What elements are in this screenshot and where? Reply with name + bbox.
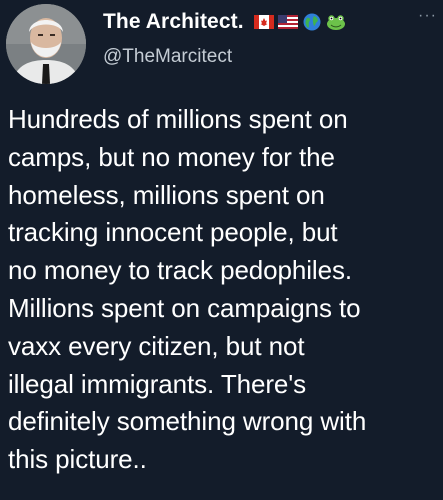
usa-flag-icon: [277, 15, 298, 29]
tweet-text: Hundreds of millions spent on camps, but…: [8, 101, 438, 479]
avatar[interactable]: [6, 4, 86, 84]
name-badges: [253, 13, 346, 31]
tweet-line: illegal immigrants. There's: [8, 368, 307, 399]
frog-icon: [326, 15, 345, 30]
tweet-line: this picture..: [8, 444, 147, 475]
tweet-line: definitely something wrong with: [8, 406, 367, 437]
tweet-line: camps, but no money for the: [8, 141, 335, 172]
ellipsis-icon[interactable]: ···: [418, 8, 437, 24]
tweet-line: homeless, millions spent on: [8, 179, 325, 210]
tweet-line: no money to track pedophiles.: [8, 255, 352, 286]
tweet-card: The Architect. ··· @TheMarcitect Hundred…: [0, 0, 443, 500]
user-handle[interactable]: @TheMarcitect: [103, 46, 232, 68]
display-name[interactable]: The Architect.: [103, 10, 244, 34]
tweet-line: vaxx every citizen, but not: [8, 330, 305, 361]
tweet-line: tracking innocent people, but: [8, 217, 338, 248]
name-row: The Architect.: [103, 6, 346, 38]
tweet-line: Millions spent on campaigns to: [8, 292, 361, 323]
tweet-line: Hundreds of millions spent on: [8, 104, 348, 134]
canada-flag-icon: [253, 15, 274, 29]
globe-icon: [303, 13, 321, 31]
